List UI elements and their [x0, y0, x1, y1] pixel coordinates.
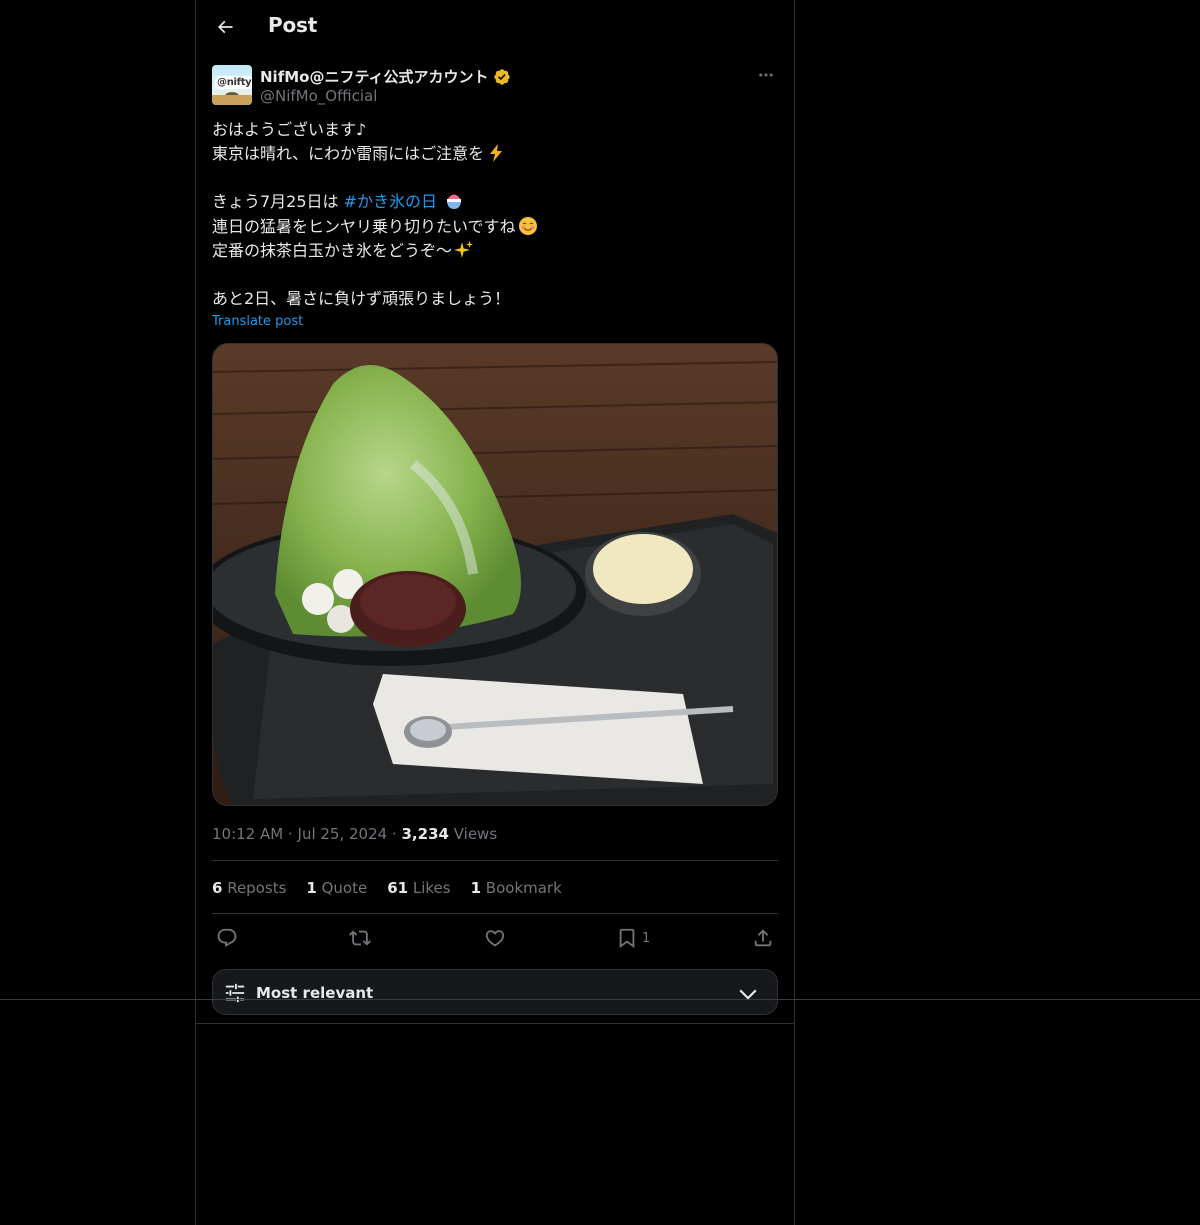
post-stats: 6 Reposts 1 Quote 61 Likes 1 Bookmark [212, 879, 562, 897]
repost-icon [349, 930, 371, 946]
post-column: Post @nifty NifMo@ニフティ公式アカウント @NifMo_Off… [195, 0, 795, 1225]
bookmarks-count: 1 [470, 879, 482, 897]
more-icon [759, 73, 773, 77]
hashtag-link[interactable]: #かき氷の日 [344, 192, 437, 211]
post-text-fragment: 連日の猛暑をヒンヤリ乗り切りたいですね [212, 216, 516, 236]
post-text: おはようございます♪ 東京は晴れ、にわか雷雨にはご注意を きょう7月25日は #… [212, 118, 778, 311]
like-button[interactable] [484, 925, 506, 951]
likes-label: Likes [408, 879, 451, 897]
back-button[interactable] [210, 12, 240, 42]
avatar-logo-text: @nifty [215, 76, 252, 89]
author-handle[interactable]: @NifMo_Official [260, 87, 377, 105]
avatar-decoration-ground [212, 95, 252, 105]
chevron-down-icon [739, 989, 757, 1000]
post-time[interactable]: 10:12 AM [212, 825, 283, 843]
page-title: Post [268, 13, 318, 37]
post-text-line: あと2日、暑さに負けず頑張りましょう！ [212, 288, 511, 308]
post-text-fragment: 東京は晴れ、にわか雷雨にはご注意を [212, 144, 485, 164]
bookmarks-stat[interactable]: 1 Bookmark [471, 879, 562, 897]
post-text-blank-line [212, 166, 778, 190]
post-text-line: きょう7月25日は #かき氷の日 [212, 190, 778, 214]
more-button[interactable] [754, 65, 778, 85]
post-meta: 10:12 AM · Jul 25, 2024 · 3,234 Views [212, 825, 497, 843]
smiling-face-emoji-icon [518, 216, 537, 235]
shaved-ice-photo [213, 344, 777, 805]
views-label: Views [448, 825, 498, 843]
bookmark-button[interactable]: 1 [616, 925, 650, 951]
share-icon [754, 929, 772, 947]
divider [0, 999, 1200, 1000]
post-image[interactable] [212, 343, 778, 806]
reposts-stat[interactable]: 6 Reposts [212, 879, 286, 897]
post-text-line: 東京は晴れ、にわか雷雨にはご注意を [212, 142, 778, 166]
post-author: @nifty NifMo@ニフティ公式アカウント @NifMo_Official [212, 65, 778, 107]
post-date[interactable]: Jul 25, 2024 [298, 825, 388, 843]
post-header: Post [196, 0, 794, 54]
meta-separator: · [387, 825, 402, 843]
repost-button[interactable] [349, 925, 371, 951]
avatar[interactable]: @nifty [212, 65, 252, 105]
verified-badge-icon[interactable] [493, 68, 511, 86]
post-text-fragment: きょう7月25日は [212, 192, 344, 212]
post-text-line: 定番の抹茶白玉かき氷をどうぞ〜 [212, 239, 778, 263]
reply-sort-dropdown[interactable]: Most relevant [212, 969, 778, 1015]
views-count: 3,234 [401, 825, 449, 843]
likes-stat[interactable]: 61 Likes [387, 879, 450, 897]
post-text-blank-line [212, 263, 778, 287]
meta-separator: · [283, 825, 298, 843]
reply-button[interactable] [216, 925, 238, 951]
divider [212, 860, 778, 861]
shaved-ice-emoji-icon [447, 194, 462, 210]
bookmarks-label: Bookmark [481, 879, 562, 897]
arrow-left-icon [217, 20, 233, 34]
author-display-name-text: NifMo@ニフティ公式アカウント [260, 68, 489, 86]
divider [212, 913, 778, 914]
quotes-stat[interactable]: 1 Quote [306, 879, 367, 897]
likes-count: 61 [387, 879, 409, 897]
reply-icon [217, 928, 237, 947]
reposts-label: Reposts [222, 879, 287, 897]
divider [196, 1023, 794, 1024]
quotes-label: Quote [316, 879, 368, 897]
post-text-fragment: 定番の抹茶白玉かき氷をどうぞ〜 [212, 240, 453, 260]
quotes-count: 1 [306, 879, 317, 897]
bookmark-count: 1 [642, 930, 651, 946]
author-display-name[interactable]: NifMo@ニフティ公式アカウント [260, 66, 511, 87]
reposts-count: 6 [212, 879, 223, 897]
post-actions: 1 [212, 925, 778, 953]
sliders-icon [225, 983, 245, 1003]
sparkles-emoji-icon [454, 240, 474, 258]
translate-post-link[interactable]: Translate post [212, 314, 303, 329]
share-button[interactable] [752, 925, 774, 951]
post-text-line: 連日の猛暑をヒンヤリ乗り切りたいですね [212, 215, 778, 239]
lightning-emoji-icon [490, 144, 503, 163]
heart-icon [485, 930, 505, 947]
post-text-line: おはようございます♪ [212, 120, 367, 139]
bookmark-icon [619, 928, 635, 949]
